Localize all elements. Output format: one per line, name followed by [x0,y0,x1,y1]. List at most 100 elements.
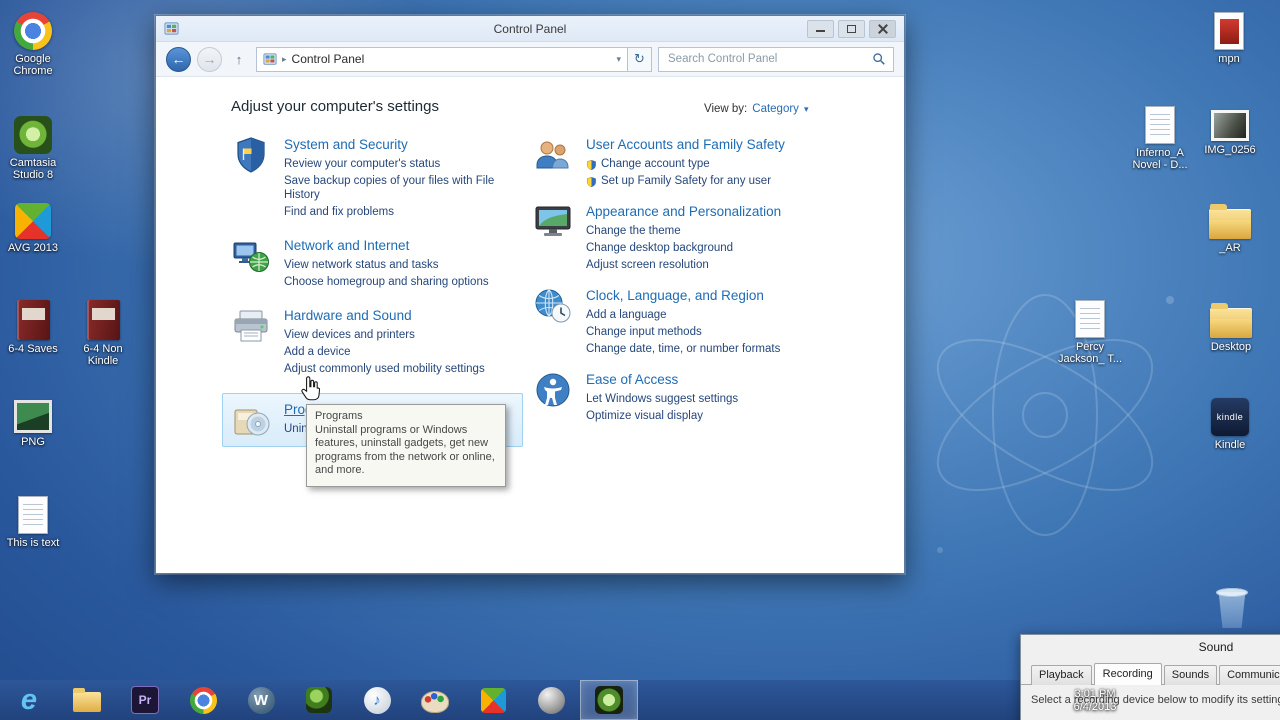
taskbar-item-avg[interactable] [464,680,522,720]
sound-tab-recording[interactable]: Recording [1093,663,1162,685]
desktop-icon-recycle-bin[interactable] [1196,586,1268,628]
view-by-dropdown-icon[interactable]: ▾ [804,104,809,115]
taskbar-item-camtasia[interactable] [580,680,638,720]
task-link-add-a-device[interactable]: Add a device [284,345,351,359]
task-link-review-your-computer-s-status[interactable]: Review your computer's status [284,157,440,171]
category-task-row: Adjust screen resolution [586,258,824,272]
desktop-icon-png[interactable]: PNG [0,400,69,448]
close-button[interactable] [869,19,896,38]
task-link-find-and-fix-problems[interactable]: Find and fix problems [284,205,394,219]
taskbar-item-chrome[interactable] [174,680,232,720]
category-task-row: View devices and printers [284,328,496,342]
appearance-icon[interactable] [533,202,573,242]
up-button[interactable]: ↑ [228,47,250,71]
task-link-change-input-methods[interactable]: Change input methods [586,325,702,339]
clock-icon[interactable] [533,286,573,326]
category-link-appearance-and-personalization[interactable]: Appearance and Personalization [586,204,824,219]
category-task-row: Adjust commonly used mobility settings [284,362,496,376]
desktop-icon-6-4-saves[interactable]: 6-4 Saves [0,300,69,355]
taskbar-item-gray-orb[interactable] [522,680,580,720]
desktop-icon-ar[interactable]: _AR [1194,201,1266,254]
network-icon[interactable] [231,236,271,276]
desktop-icon-camtasia-studio-8[interactable]: Camtasia Studio 8 [0,116,69,181]
address-bar[interactable]: ▸ Control Panel ▾ [256,46,628,72]
page-icon [1075,300,1105,338]
refresh-button[interactable]: ↻ [628,46,652,72]
desktop-icon-label: 6-4 Non Kindle [83,343,123,367]
category-task-row: Change input methods [586,325,824,339]
programs-icon[interactable] [231,400,271,440]
category-link-hardware-and-sound[interactable]: Hardware and Sound [284,308,496,323]
sound-window-title[interactable]: Sound [1021,635,1280,659]
desktop-icon-google-chrome[interactable]: Google Chrome [0,12,69,77]
taskbar-item-paint[interactable] [406,680,464,720]
task-link-adjust-screen-resolution[interactable]: Adjust screen resolution [586,258,709,272]
desktop-icon-kindle[interactable]: kindle Kindle [1194,398,1266,451]
task-link-optimize-visual-display[interactable]: Optimize visual display [586,409,703,423]
task-link-change-account-type[interactable]: Change account type [601,157,710,171]
task-link-change-the-theme[interactable]: Change the theme [586,224,681,238]
desktop-icon-mpn[interactable]: mpn [1193,12,1265,65]
minimize-button[interactable] [807,19,834,38]
desktop-icon-this-is-text[interactable]: This is text [0,496,69,549]
category-task-row: Find and fix problems [284,205,496,219]
taskbar-item-green-app[interactable] [290,680,348,720]
desktop-icon-desktop[interactable]: Desktop [1195,300,1267,353]
taskbar-item-premiere-pro[interactable]: Pr [116,680,174,720]
category-link-clock-language-and-region[interactable]: Clock, Language, and Region [586,288,824,303]
address-location-icon [263,53,277,65]
wallpaper-flower [936,294,1174,553]
title-bar[interactable]: Control Panel [156,16,904,42]
shield-icon[interactable] [231,135,271,175]
taskbar-item-internet-explorer[interactable]: e [0,680,58,720]
task-link-view-devices-and-printers[interactable]: View devices and printers [284,328,415,342]
category-link-system-and-security[interactable]: System and Security [284,137,496,152]
users-icon[interactable] [533,135,573,175]
task-link-add-a-language[interactable]: Add a language [586,308,667,322]
task-link-adjust-commonly-used-mobility-settings[interactable]: Adjust commonly used mobility settings [284,362,485,376]
task-link-change-desktop-background[interactable]: Change desktop background [586,241,733,255]
search-icon[interactable] [872,52,886,66]
desktop-icon-label: 6-4 Saves [8,343,58,355]
mpn-icon [1214,12,1244,50]
category-task-row: Change desktop background [586,241,824,255]
breadcrumb[interactable]: Control Panel [292,52,365,66]
programs-tooltip: Programs Uninstall programs or Windows f… [306,404,506,487]
task-link-save-backup-copies-of-your-files-with-file-history[interactable]: Save backup copies of your files with Fi… [284,174,496,202]
sound-tab-communications[interactable]: Communications [1219,665,1280,685]
task-link-let-windows-suggest-settings[interactable]: Let Windows suggest settings [586,392,738,406]
address-dropdown-icon[interactable]: ▾ [616,54,621,65]
maximize-button[interactable] [838,19,865,38]
control-panel-window-icon [164,22,179,35]
desktop-icon-percy-jackson-t[interactable]: Percy Jackson_ T... [1054,300,1126,365]
task-link-change-date-time-or-number-formats[interactable]: Change date, time, or number formats [586,342,780,356]
hardware-icon[interactable] [231,306,271,346]
category-link-ease-of-access[interactable]: Ease of Access [586,372,824,387]
category-link-network-and-internet[interactable]: Network and Internet [284,238,496,253]
back-button[interactable]: ← [166,46,191,72]
desktop-icon-6-4-non-kindle[interactable]: 6-4 Non Kindle [67,300,139,367]
sound-tab-playback[interactable]: Playback [1031,665,1092,685]
taskbar-item-music-player[interactable]: ♪ [348,680,406,720]
category-task-row: Choose homegroup and sharing options [284,275,496,289]
desktop-icon-inferno-a-novel-d[interactable]: Inferno_A Novel - D... [1124,106,1196,171]
sound-tab-sounds[interactable]: Sounds [1163,665,1218,685]
view-by-dropdown[interactable]: Category [752,103,799,115]
category-task-row: Optimize visual display [586,409,824,423]
task-link-set-up-family-safety-for-any-user[interactable]: Set up Family Safety for any user [601,174,771,188]
desktop-icon-img-0256[interactable]: IMG_0256 [1194,110,1266,156]
category-body: Ease of Access Let Windows suggest settin… [586,370,824,426]
taskbar-item-wordpress[interactable]: W [232,680,290,720]
taskbar-item-file-explorer[interactable] [58,680,116,720]
task-link-choose-homegroup-and-sharing-options[interactable]: Choose homegroup and sharing options [284,275,489,289]
category-link-user-accounts-and-family-safety[interactable]: User Accounts and Family Safety [586,137,824,152]
task-link-view-network-status-and-tasks[interactable]: View network status and tasks [284,258,438,272]
tray-clock[interactable]: 3:01 PM 6/4/2013 [1058,688,1132,714]
desktop-icon-label: Inferno_A Novel - D... [1132,147,1188,171]
forward-button[interactable]: → [197,46,222,72]
search-box[interactable] [658,46,894,72]
photo-icon [1211,110,1249,141]
desktop-icon-avg-2013[interactable]: AVG 2013 [0,203,69,254]
ease-icon[interactable] [533,370,573,410]
search-input[interactable] [666,52,872,66]
